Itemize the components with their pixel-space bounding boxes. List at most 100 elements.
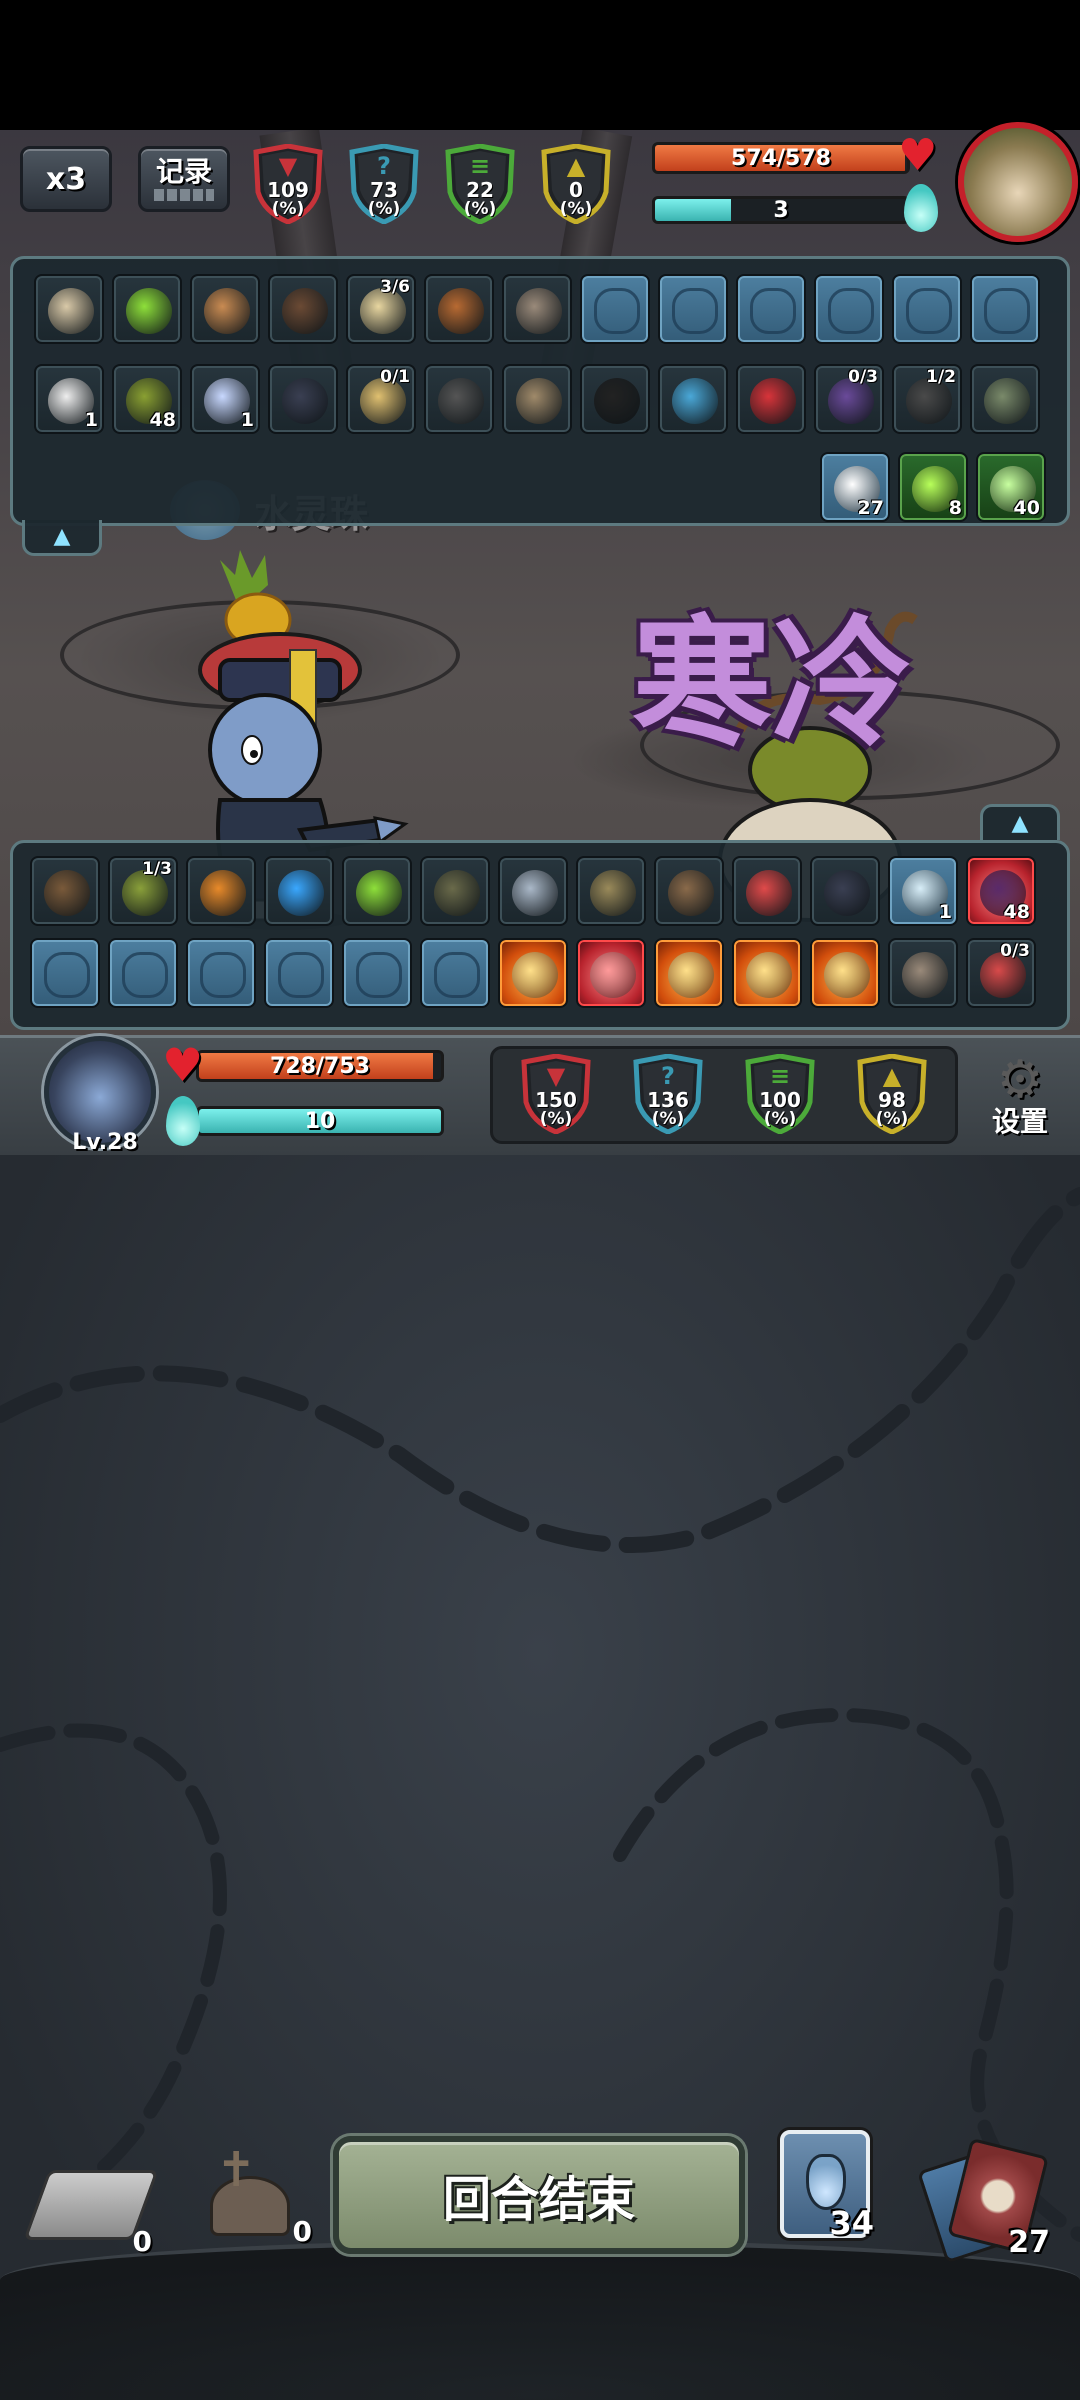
enemy-panel-toggle[interactable]: ▲ (22, 520, 102, 556)
enemy-item-slot[interactable] (268, 364, 338, 434)
potion-button[interactable]: 34 (780, 2130, 874, 2242)
enemy-attack-stat[interactable]: ▼ 109 (%) (252, 144, 324, 224)
player-item-slot[interactable] (186, 938, 256, 1008)
player-power-stat[interactable]: ▲ 98 (%) (856, 1054, 928, 1134)
player-item-slot[interactable]: 0/3 (966, 938, 1036, 1008)
player-heart-icon: ♥ (162, 1038, 204, 1092)
bag-icon (438, 288, 484, 334)
machine-icon (902, 952, 948, 998)
enemy-item-slot[interactable] (112, 274, 182, 344)
item-charges: 0/3 (848, 367, 878, 387)
speed-button[interactable]: x3 (20, 146, 112, 212)
player-defense-stat[interactable]: ≡ 100 (%) (744, 1054, 816, 1134)
player-item-slot[interactable] (342, 856, 412, 926)
enemy-item-slot[interactable] (970, 364, 1040, 434)
enemy-item-slot[interactable] (736, 274, 806, 344)
enemy-portrait[interactable] (958, 122, 1078, 242)
enemy-defense-value: 22 (466, 178, 494, 202)
enemy-item-slot[interactable] (970, 274, 1040, 344)
player-energy-text: 10 (304, 1108, 336, 1134)
enemy-item-slot[interactable] (190, 274, 260, 344)
enemy-item-slot[interactable] (502, 274, 572, 344)
green-gem-icon (126, 288, 172, 334)
log-button[interactable]: 记录 (138, 146, 230, 212)
enemy-item-slot[interactable]: 1/2 (892, 364, 962, 434)
settings-label: 设置 (991, 1105, 1048, 1138)
enemy-power-stat[interactable]: ▲ 0 (%) (540, 144, 612, 224)
player-item-slot[interactable] (498, 938, 568, 1008)
player-item-slot[interactable] (30, 938, 100, 1008)
enemy-item-slot[interactable]: 3/6 (346, 274, 416, 344)
potion-icon (806, 2154, 846, 2210)
player-item-slot[interactable]: 1 (888, 856, 958, 926)
enemy-item-slot[interactable] (814, 274, 884, 344)
player-item-slot[interactable] (498, 856, 568, 926)
enemy-item-slot[interactable] (424, 274, 494, 344)
player-item-slot[interactable] (342, 938, 412, 1008)
enemy-power-unit: (%) (559, 199, 593, 219)
rune-swirl-icon (594, 288, 640, 334)
deck-button[interactable]: 27 (917, 2137, 1050, 2264)
grave-pile[interactable]: ✝ 0 (190, 2146, 312, 2248)
player-item-slot[interactable] (810, 938, 880, 1008)
enemy-item-slot[interactable]: 1 (190, 364, 260, 434)
player-item-slot[interactable] (732, 938, 802, 1008)
enemy-item-slot[interactable]: 0/1 (346, 364, 416, 434)
player-defense-unit: (%) (763, 1109, 797, 1129)
player-item-slot[interactable]: 1/3 (108, 856, 178, 926)
player-item-slot[interactable] (186, 856, 256, 926)
enemy-item-slot[interactable]: 1 (34, 364, 104, 434)
player-attack-stat[interactable]: ▼ 150 (%) (520, 1054, 592, 1134)
enemy-item-slot[interactable] (658, 364, 728, 434)
player-item-slot[interactable] (108, 938, 178, 1008)
player-mystery-unit: (%) (651, 1109, 685, 1129)
enemy-item-slot[interactable] (424, 364, 494, 434)
enemy-status-item-slot[interactable]: 27 (820, 452, 890, 522)
draw-pile[interactable]: 0 (23, 2170, 159, 2258)
enemy-item-slot[interactable] (892, 274, 962, 344)
player-item-slot[interactable] (420, 856, 490, 926)
scarecrow-icon (44, 870, 90, 916)
boot-icon (282, 378, 328, 424)
end-turn-button[interactable]: 回合结束 (333, 2136, 745, 2254)
player-item-slot[interactable] (888, 938, 958, 1008)
enemy-energy-bar: 3 (652, 196, 910, 224)
enemy-item-slot[interactable] (34, 274, 104, 344)
enemy-mystery-value: 73 (370, 178, 398, 202)
settings-button[interactable]: ⚙ 设置 (972, 1054, 1068, 1148)
enemy-item-slot[interactable] (502, 364, 572, 434)
player-item-slot[interactable] (654, 856, 724, 926)
player-power-unit: (%) (875, 1109, 909, 1129)
log-icon (282, 288, 328, 334)
player-item-slot[interactable] (420, 938, 490, 1008)
player-item-slot[interactable] (264, 938, 334, 1008)
enemy-item-slot[interactable] (658, 274, 728, 344)
player-item-slot[interactable]: 48 (966, 856, 1036, 926)
enemy-item-slot[interactable] (736, 364, 806, 434)
enemy-status-item-slot[interactable]: 8 (898, 452, 968, 522)
enemy-item-slot[interactable] (580, 364, 650, 434)
player-item-slot[interactable] (576, 938, 646, 1008)
item-count: 1 (240, 409, 254, 431)
enemy-mystery-stat[interactable]: ? 73 (%) (348, 144, 420, 224)
player-item-slot[interactable] (654, 938, 724, 1008)
enemy-item-slot[interactable]: 48 (112, 364, 182, 434)
svg-text:?: ? (661, 1062, 675, 1090)
enemy-status-item-slot[interactable]: 40 (976, 452, 1046, 522)
item-charges: 3/6 (380, 277, 410, 297)
player-item-slot[interactable] (810, 856, 880, 926)
svg-text:▲: ▲ (567, 152, 586, 180)
enemy-item-slot[interactable]: 0/3 (814, 364, 884, 434)
svg-text:≡: ≡ (470, 152, 490, 180)
player-item-slot[interactable] (576, 856, 646, 926)
enemy-defense-stat[interactable]: ≡ 22 (%) (444, 144, 516, 224)
player-item-slot[interactable] (264, 856, 334, 926)
player-panel-toggle[interactable]: ▲ (980, 804, 1060, 840)
enemy-item-slot[interactable] (580, 274, 650, 344)
rune-muscle-icon (122, 952, 168, 998)
player-item-slot[interactable] (732, 856, 802, 926)
amulet-icon (672, 378, 718, 424)
enemy-item-slot[interactable] (268, 274, 338, 344)
player-item-slot[interactable] (30, 856, 100, 926)
player-mystery-stat[interactable]: ? 136 (%) (632, 1054, 704, 1134)
